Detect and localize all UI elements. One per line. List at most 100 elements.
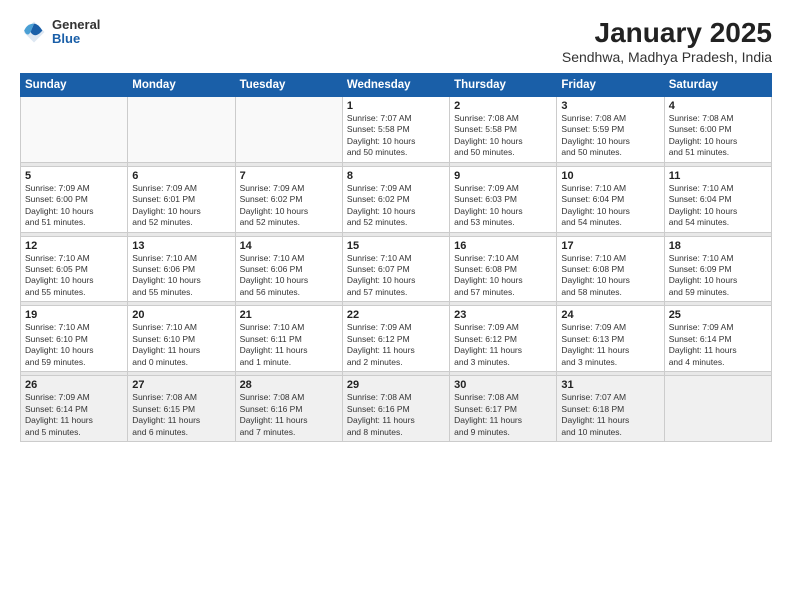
day-number: 4 (669, 100, 767, 112)
logo-general-text: General (52, 18, 100, 32)
day-info: Sunrise: 7:09 AM Sunset: 6:00 PM Dayligh… (25, 183, 123, 229)
day-number: 17 (561, 240, 659, 252)
day-info: Sunrise: 7:07 AM Sunset: 6:18 PM Dayligh… (561, 392, 659, 438)
day-info: Sunrise: 7:09 AM Sunset: 6:03 PM Dayligh… (454, 183, 552, 229)
table-row: 6Sunrise: 7:09 AM Sunset: 6:01 PM Daylig… (128, 166, 235, 232)
day-info: Sunrise: 7:08 AM Sunset: 6:16 PM Dayligh… (240, 392, 338, 438)
table-row: 31Sunrise: 7:07 AM Sunset: 6:18 PM Dayli… (557, 376, 664, 442)
day-number: 13 (132, 240, 230, 252)
day-info: Sunrise: 7:09 AM Sunset: 6:02 PM Dayligh… (240, 183, 338, 229)
day-number: 5 (25, 170, 123, 182)
day-number: 19 (25, 309, 123, 321)
table-row: 25Sunrise: 7:09 AM Sunset: 6:14 PM Dayli… (664, 306, 771, 372)
day-info: Sunrise: 7:08 AM Sunset: 5:59 PM Dayligh… (561, 113, 659, 159)
table-row (235, 96, 342, 162)
day-info: Sunrise: 7:09 AM Sunset: 6:12 PM Dayligh… (347, 322, 445, 368)
day-number: 28 (240, 379, 338, 391)
day-info: Sunrise: 7:09 AM Sunset: 6:12 PM Dayligh… (454, 322, 552, 368)
day-number: 25 (669, 309, 767, 321)
day-info: Sunrise: 7:10 AM Sunset: 6:06 PM Dayligh… (240, 253, 338, 299)
title-area: January 2025 Sendhwa, Madhya Pradesh, In… (562, 18, 772, 65)
col-monday: Monday (128, 73, 235, 96)
day-info: Sunrise: 7:10 AM Sunset: 6:08 PM Dayligh… (454, 253, 552, 299)
table-row: 9Sunrise: 7:09 AM Sunset: 6:03 PM Daylig… (450, 166, 557, 232)
day-number: 21 (240, 309, 338, 321)
logo-icon (20, 18, 48, 46)
table-row: 10Sunrise: 7:10 AM Sunset: 6:04 PM Dayli… (557, 166, 664, 232)
table-row: 23Sunrise: 7:09 AM Sunset: 6:12 PM Dayli… (450, 306, 557, 372)
day-info: Sunrise: 7:09 AM Sunset: 6:01 PM Dayligh… (132, 183, 230, 229)
col-wednesday: Wednesday (342, 73, 449, 96)
logo-text: General Blue (52, 18, 100, 47)
day-info: Sunrise: 7:10 AM Sunset: 6:04 PM Dayligh… (561, 183, 659, 229)
calendar-header-row: Sunday Monday Tuesday Wednesday Thursday… (21, 73, 772, 96)
day-number: 16 (454, 240, 552, 252)
day-number: 29 (347, 379, 445, 391)
day-info: Sunrise: 7:09 AM Sunset: 6:14 PM Dayligh… (25, 392, 123, 438)
table-row: 4Sunrise: 7:08 AM Sunset: 6:00 PM Daylig… (664, 96, 771, 162)
table-row: 18Sunrise: 7:10 AM Sunset: 6:09 PM Dayli… (664, 236, 771, 302)
day-number: 15 (347, 240, 445, 252)
table-row: 22Sunrise: 7:09 AM Sunset: 6:12 PM Dayli… (342, 306, 449, 372)
col-thursday: Thursday (450, 73, 557, 96)
day-info: Sunrise: 7:09 AM Sunset: 6:13 PM Dayligh… (561, 322, 659, 368)
table-row: 7Sunrise: 7:09 AM Sunset: 6:02 PM Daylig… (235, 166, 342, 232)
col-friday: Friday (557, 73, 664, 96)
day-info: Sunrise: 7:10 AM Sunset: 6:10 PM Dayligh… (25, 322, 123, 368)
day-info: Sunrise: 7:10 AM Sunset: 6:06 PM Dayligh… (132, 253, 230, 299)
table-row: 26Sunrise: 7:09 AM Sunset: 6:14 PM Dayli… (21, 376, 128, 442)
table-row: 1Sunrise: 7:07 AM Sunset: 5:58 PM Daylig… (342, 96, 449, 162)
table-row: 17Sunrise: 7:10 AM Sunset: 6:08 PM Dayli… (557, 236, 664, 302)
page: General Blue January 2025 Sendhwa, Madhy… (0, 0, 792, 612)
day-number: 14 (240, 240, 338, 252)
month-title: January 2025 (562, 18, 772, 49)
table-row (128, 96, 235, 162)
day-info: Sunrise: 7:08 AM Sunset: 6:16 PM Dayligh… (347, 392, 445, 438)
col-saturday: Saturday (664, 73, 771, 96)
col-tuesday: Tuesday (235, 73, 342, 96)
day-info: Sunrise: 7:09 AM Sunset: 6:02 PM Dayligh… (347, 183, 445, 229)
day-info: Sunrise: 7:07 AM Sunset: 5:58 PM Dayligh… (347, 113, 445, 159)
day-info: Sunrise: 7:09 AM Sunset: 6:14 PM Dayligh… (669, 322, 767, 368)
header: General Blue January 2025 Sendhwa, Madhy… (20, 18, 772, 65)
day-info: Sunrise: 7:08 AM Sunset: 5:58 PM Dayligh… (454, 113, 552, 159)
calendar-table: Sunday Monday Tuesday Wednesday Thursday… (20, 73, 772, 442)
day-number: 22 (347, 309, 445, 321)
week-row-3: 12Sunrise: 7:10 AM Sunset: 6:05 PM Dayli… (21, 236, 772, 302)
week-row-1: 1Sunrise: 7:07 AM Sunset: 5:58 PM Daylig… (21, 96, 772, 162)
logo: General Blue (20, 18, 100, 47)
week-row-5: 26Sunrise: 7:09 AM Sunset: 6:14 PM Dayli… (21, 376, 772, 442)
table-row: 19Sunrise: 7:10 AM Sunset: 6:10 PM Dayli… (21, 306, 128, 372)
day-info: Sunrise: 7:10 AM Sunset: 6:10 PM Dayligh… (132, 322, 230, 368)
table-row: 24Sunrise: 7:09 AM Sunset: 6:13 PM Dayli… (557, 306, 664, 372)
day-number: 3 (561, 100, 659, 112)
table-row: 12Sunrise: 7:10 AM Sunset: 6:05 PM Dayli… (21, 236, 128, 302)
day-number: 10 (561, 170, 659, 182)
day-number: 9 (454, 170, 552, 182)
day-info: Sunrise: 7:10 AM Sunset: 6:11 PM Dayligh… (240, 322, 338, 368)
day-number: 7 (240, 170, 338, 182)
day-info: Sunrise: 7:08 AM Sunset: 6:00 PM Dayligh… (669, 113, 767, 159)
table-row: 14Sunrise: 7:10 AM Sunset: 6:06 PM Dayli… (235, 236, 342, 302)
day-number: 8 (347, 170, 445, 182)
day-number: 20 (132, 309, 230, 321)
day-number: 2 (454, 100, 552, 112)
day-info: Sunrise: 7:08 AM Sunset: 6:15 PM Dayligh… (132, 392, 230, 438)
table-row: 5Sunrise: 7:09 AM Sunset: 6:00 PM Daylig… (21, 166, 128, 232)
day-number: 30 (454, 379, 552, 391)
day-info: Sunrise: 7:10 AM Sunset: 6:08 PM Dayligh… (561, 253, 659, 299)
table-row: 15Sunrise: 7:10 AM Sunset: 6:07 PM Dayli… (342, 236, 449, 302)
day-number: 1 (347, 100, 445, 112)
table-row: 28Sunrise: 7:08 AM Sunset: 6:16 PM Dayli… (235, 376, 342, 442)
week-row-2: 5Sunrise: 7:09 AM Sunset: 6:00 PM Daylig… (21, 166, 772, 232)
table-row: 27Sunrise: 7:08 AM Sunset: 6:15 PM Dayli… (128, 376, 235, 442)
table-row (664, 376, 771, 442)
table-row: 2Sunrise: 7:08 AM Sunset: 5:58 PM Daylig… (450, 96, 557, 162)
day-number: 26 (25, 379, 123, 391)
table-row: 8Sunrise: 7:09 AM Sunset: 6:02 PM Daylig… (342, 166, 449, 232)
day-number: 23 (454, 309, 552, 321)
day-info: Sunrise: 7:10 AM Sunset: 6:07 PM Dayligh… (347, 253, 445, 299)
location-title: Sendhwa, Madhya Pradesh, India (562, 49, 772, 65)
day-number: 31 (561, 379, 659, 391)
table-row: 21Sunrise: 7:10 AM Sunset: 6:11 PM Dayli… (235, 306, 342, 372)
